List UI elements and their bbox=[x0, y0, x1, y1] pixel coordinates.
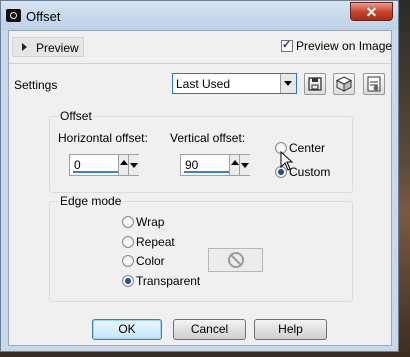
horizontal-offset-stepper[interactable]: 0 bbox=[69, 154, 139, 176]
desktop-background bbox=[398, 0, 410, 357]
vertical-offset-stepper[interactable]: 90 bbox=[180, 154, 250, 176]
camera-icon bbox=[6, 9, 21, 22]
randomize-button[interactable] bbox=[333, 73, 355, 95]
focus-underline bbox=[184, 171, 229, 173]
wrap-label: Wrap bbox=[136, 215, 165, 229]
no-color-icon bbox=[228, 252, 244, 268]
transparent-radio[interactable] bbox=[122, 275, 134, 287]
mouse-pointer-icon bbox=[280, 151, 294, 171]
decrement-arrow-icon[interactable] bbox=[239, 155, 250, 175]
divider bbox=[9, 63, 391, 64]
help-button[interactable]: Help bbox=[254, 319, 327, 340]
custom-label: Custom bbox=[289, 165, 331, 179]
transparent-label: Transparent bbox=[136, 274, 201, 288]
reset-icon bbox=[367, 76, 381, 92]
settings-label: Settings bbox=[14, 78, 58, 92]
save-preset-button[interactable] bbox=[304, 73, 326, 95]
cancel-button[interactable]: Cancel bbox=[173, 319, 246, 340]
color-label: Color bbox=[136, 254, 165, 268]
decrement-arrow-icon[interactable] bbox=[128, 155, 139, 175]
edge-mode-group-title: Edge mode bbox=[58, 194, 124, 208]
preset-dropdown[interactable]: Last Used bbox=[172, 73, 297, 94]
ok-button[interactable]: OK bbox=[92, 319, 162, 340]
wrap-radio[interactable] bbox=[122, 216, 134, 228]
close-button[interactable]: ✕ bbox=[350, 2, 393, 21]
chevron-down-icon[interactable] bbox=[280, 74, 296, 93]
color-radio[interactable] bbox=[122, 255, 134, 267]
repeat-label: Repeat bbox=[136, 235, 175, 249]
dialog-client: Preview Preview on Image Settings Last U… bbox=[8, 30, 392, 346]
expand-triangle-icon bbox=[22, 43, 27, 51]
horizontal-offset-value[interactable]: 0 bbox=[74, 158, 81, 172]
offset-group-title: Offset bbox=[58, 109, 94, 123]
horizontal-offset-label: Horizontal offset: bbox=[58, 131, 148, 145]
edge-mode-group: Edge mode bbox=[49, 194, 353, 302]
offset-dialog: Offset ✕ Preview Preview on Image Settin… bbox=[0, 0, 399, 352]
reset-button[interactable] bbox=[363, 73, 385, 95]
randomize-icon bbox=[335, 76, 353, 92]
vertical-offset-value[interactable]: 90 bbox=[185, 158, 198, 172]
repeat-radio[interactable] bbox=[122, 236, 134, 248]
preset-value: Last Used bbox=[176, 77, 231, 91]
edge-color-swatch[interactable] bbox=[208, 248, 263, 272]
save-icon bbox=[308, 77, 322, 91]
window-title: Offset bbox=[26, 9, 61, 24]
preview-on-image-checkbox[interactable] bbox=[281, 38, 293, 52]
preview-row: Preview Preview on Image bbox=[9, 31, 393, 61]
preview-on-image-label: Preview on Image bbox=[296, 39, 393, 53]
focus-underline bbox=[73, 171, 118, 173]
vertical-offset-label: Vertical offset: bbox=[170, 131, 246, 145]
title-bar[interactable]: Offset ✕ bbox=[1, 1, 398, 30]
preview-label: Preview bbox=[36, 41, 79, 55]
preview-toggle-button[interactable]: Preview bbox=[12, 37, 84, 57]
center-label: Center bbox=[289, 141, 326, 155]
